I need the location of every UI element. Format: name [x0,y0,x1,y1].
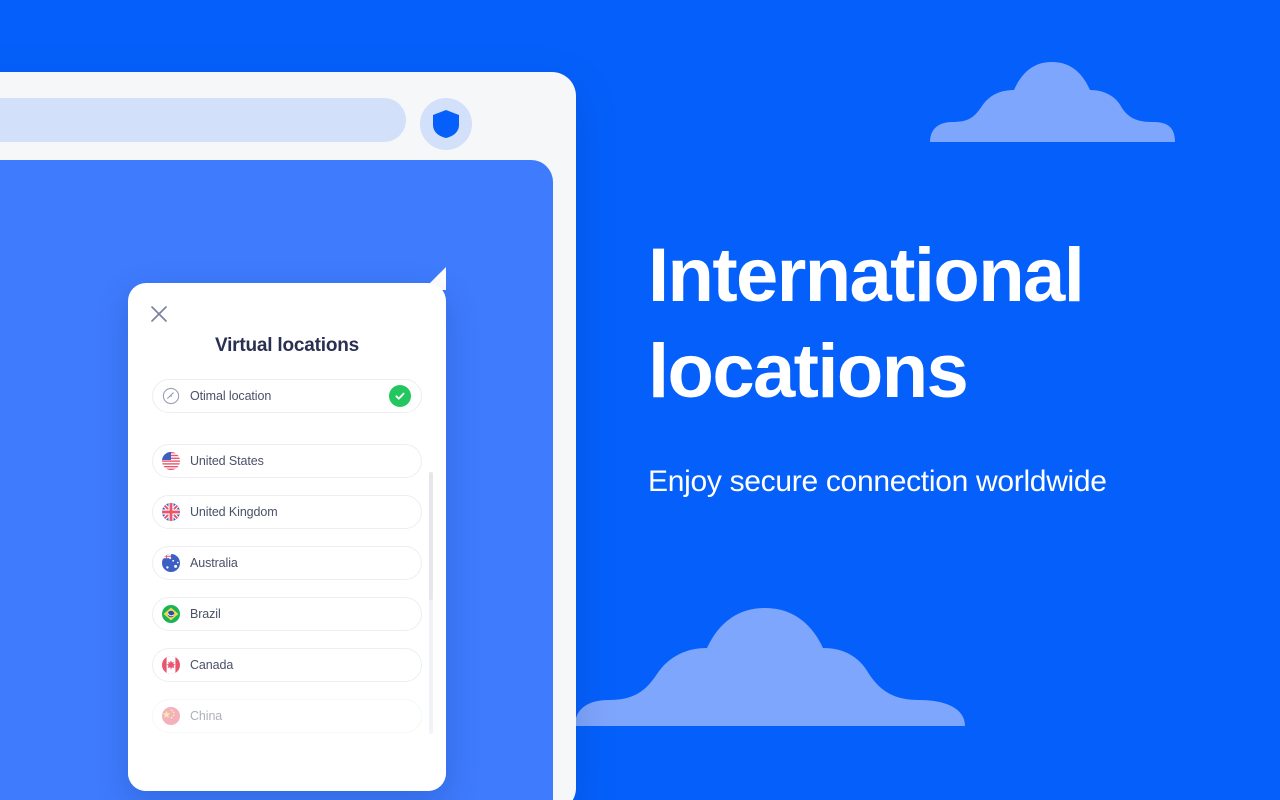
list-scrollbar[interactable] [429,472,433,734]
list-item-united-kingdom[interactable]: United Kingdom [152,495,422,529]
list-item-china[interactable]: China [152,699,422,733]
list-item-canada[interactable]: Canada [152,648,422,682]
flag-gb-icon [162,503,180,521]
shield-icon [433,110,459,138]
browser-toolbar [0,72,576,160]
list-item-label: United States [190,454,264,468]
address-bar[interactable] [0,98,406,142]
list-item-united-states[interactable]: United States [152,444,422,478]
flag-cn-icon [162,707,180,725]
list-item-label: United Kingdom [190,505,278,519]
list-item-label: Brazil [190,607,221,621]
extension-button[interactable] [420,98,472,150]
virtual-locations-popup: Virtual locations Otimal location United… [128,283,446,791]
popup-title: Virtual locations [214,335,360,356]
hero-copy: International locations Enjoy secure con… [648,228,1168,504]
list-scrollbar-thumb[interactable] [429,472,433,600]
list-item-optimal-location[interactable]: Otimal location [152,379,422,413]
page-viewport: Virtual locations Otimal location United… [0,160,553,800]
page-title: International locations [648,233,1085,414]
list-item-australia[interactable]: Australia [152,546,422,580]
cloud-bottom-decoration [575,608,965,726]
flag-br-icon [162,605,180,623]
list-item-label: Canada [190,658,234,672]
flag-au-icon [162,554,180,572]
cloud-top-decoration [930,62,1175,142]
close-icon [150,305,168,323]
flag-ca-icon [162,656,180,674]
list-item-brazil[interactable]: Brazil [152,597,422,631]
list-item-label: Otimal location [190,389,272,403]
flag-us-icon [162,452,180,470]
location-list: Otimal location United States United Kin… [128,379,446,791]
check-icon [389,385,411,407]
browser-window-mock: Virtual locations Otimal location United… [0,72,576,800]
list-item-label: China [190,709,223,723]
speedometer-icon [162,387,180,405]
close-button[interactable] [148,303,170,325]
promo-banner: International locations Enjoy secure con… [0,0,1280,800]
list-item-label: Australia [190,556,238,570]
hero-subtitle: Enjoy secure connection worldwide [648,465,1107,498]
